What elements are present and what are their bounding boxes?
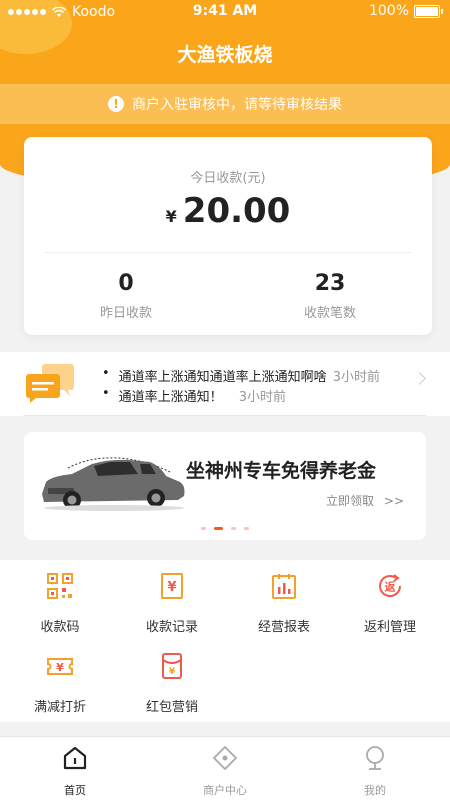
shortcut-grid: 收款码 ¥ 收款记录 经营报表 返 返利管理 ¥ 满减打折 ¥ 红包营销: [0, 560, 450, 722]
tab-merchant-center[interactable]: 商户中心: [150, 745, 300, 798]
svg-text:¥: ¥: [169, 667, 176, 677]
carousel-dot[interactable]: [201, 527, 206, 530]
carousel-dot[interactable]: [244, 527, 249, 530]
currency-symbol: ¥: [165, 207, 177, 226]
svg-text:返: 返: [385, 580, 396, 594]
claim-now-link[interactable]: 立即领取 >>: [326, 492, 404, 509]
receipt-icon: ¥: [161, 573, 183, 599]
today-income-value: 20.00: [182, 191, 291, 231]
review-notice-bar: ! 商户入驻审核中，请等待审核结果: [0, 84, 450, 124]
battery-icon: [414, 4, 443, 18]
red-packet-icon: ¥: [162, 653, 182, 679]
profile-icon: [366, 746, 384, 770]
divider: [24, 415, 426, 416]
yesterday-income-value: 0: [118, 271, 134, 296]
carousel-dot-active[interactable]: [214, 527, 223, 530]
chevron-right-icon: [413, 372, 426, 385]
tab-profile[interactable]: 我的: [300, 745, 450, 798]
shortcut-business-report[interactable]: 经营报表: [228, 572, 340, 635]
claim-now-label: 立即领取: [326, 494, 375, 508]
banner-title: 坐神州专车免得养老金: [186, 460, 377, 482]
shortcut-red-packet[interactable]: ¥ 红包营销: [116, 652, 228, 715]
today-income-label: 今日收款(元): [190, 171, 266, 186]
payment-count-label: 收款笔数: [303, 306, 356, 321]
message-text: 通道率上涨通知通道率上涨通知啊啥: [118, 370, 327, 385]
tab-label: 我的: [364, 784, 386, 797]
shortcut-discount[interactable]: ¥ 满减打折: [4, 652, 116, 715]
payment-count-value: 23: [314, 271, 346, 296]
car-image: [42, 457, 185, 511]
status-bar: Koodo 9:41 AM 100%: [0, 0, 450, 26]
message-text: 通道率上涨通知！: [118, 390, 223, 405]
home-icon: [63, 746, 87, 770]
battery-percent: 100%: [368, 3, 409, 19]
info-icon: !: [108, 96, 124, 112]
tab-home[interactable]: 首页: [0, 745, 150, 798]
message-item: • 通道率上涨通知！ 3小时前: [102, 386, 286, 405]
shortcut-label: 满减打折: [33, 700, 86, 715]
chat-bubbles-icon: [26, 364, 74, 403]
carousel-indicator: [24, 527, 426, 530]
tab-label: 首页: [64, 784, 86, 797]
message-notifications[interactable]: • 通道率上涨通知通道率上涨通知啊啥 3小时前 • 通道率上涨通知！ 3小时前: [0, 352, 450, 416]
message-time: 3小时前: [238, 390, 286, 405]
tab-label: 商户中心: [203, 784, 247, 797]
review-notice-text: 商户入驻审核中，请等待审核结果: [132, 97, 342, 113]
rebate-icon: 返: [379, 574, 401, 597]
shortcut-label: 红包营销: [145, 700, 198, 715]
card-divider: [44, 252, 412, 253]
report-icon: [272, 574, 296, 599]
income-summary-card: 今日收款(元) ¥20.00 0 昨日收款 23 收款笔数: [24, 137, 432, 335]
shortcut-payment-records[interactable]: ¥ 收款记录: [116, 572, 228, 635]
message-time: 3小时前: [332, 370, 380, 385]
qr-code-icon: [47, 573, 73, 599]
shortcut-label: 收款码: [40, 620, 80, 635]
shortcut-label: 返利管理: [363, 620, 416, 635]
today-income-amount: ¥20.00: [24, 191, 432, 231]
shortcut-rebate-management[interactable]: 返 返利管理: [334, 572, 446, 635]
merchant-center-icon: [213, 746, 237, 770]
shortcut-label: 经营报表: [257, 620, 310, 635]
discount-ticket-icon: ¥: [47, 658, 73, 675]
svg-text:¥: ¥: [56, 661, 64, 674]
page-title: 大渔铁板烧: [177, 44, 273, 66]
shortcut-label: 收款记录: [145, 620, 198, 635]
promo-banner[interactable]: 坐神州专车免得养老金 立即领取 >>: [24, 432, 426, 540]
carousel-dot[interactable]: [231, 527, 236, 530]
yesterday-income-label: 昨日收款: [99, 306, 152, 321]
bottom-tab-bar: 首页 商户中心 我的: [0, 736, 450, 801]
shortcut-qr-code[interactable]: 收款码: [4, 572, 116, 635]
yesterday-income-stat[interactable]: 0 昨日收款: [24, 271, 228, 321]
svg-text:¥: ¥: [167, 580, 176, 595]
payment-count-stat[interactable]: 23 收款笔数: [228, 271, 432, 321]
message-item: • 通道率上涨通知通道率上涨通知啊啥 3小时前: [102, 366, 380, 385]
double-chevron-icon: >>: [383, 494, 404, 508]
